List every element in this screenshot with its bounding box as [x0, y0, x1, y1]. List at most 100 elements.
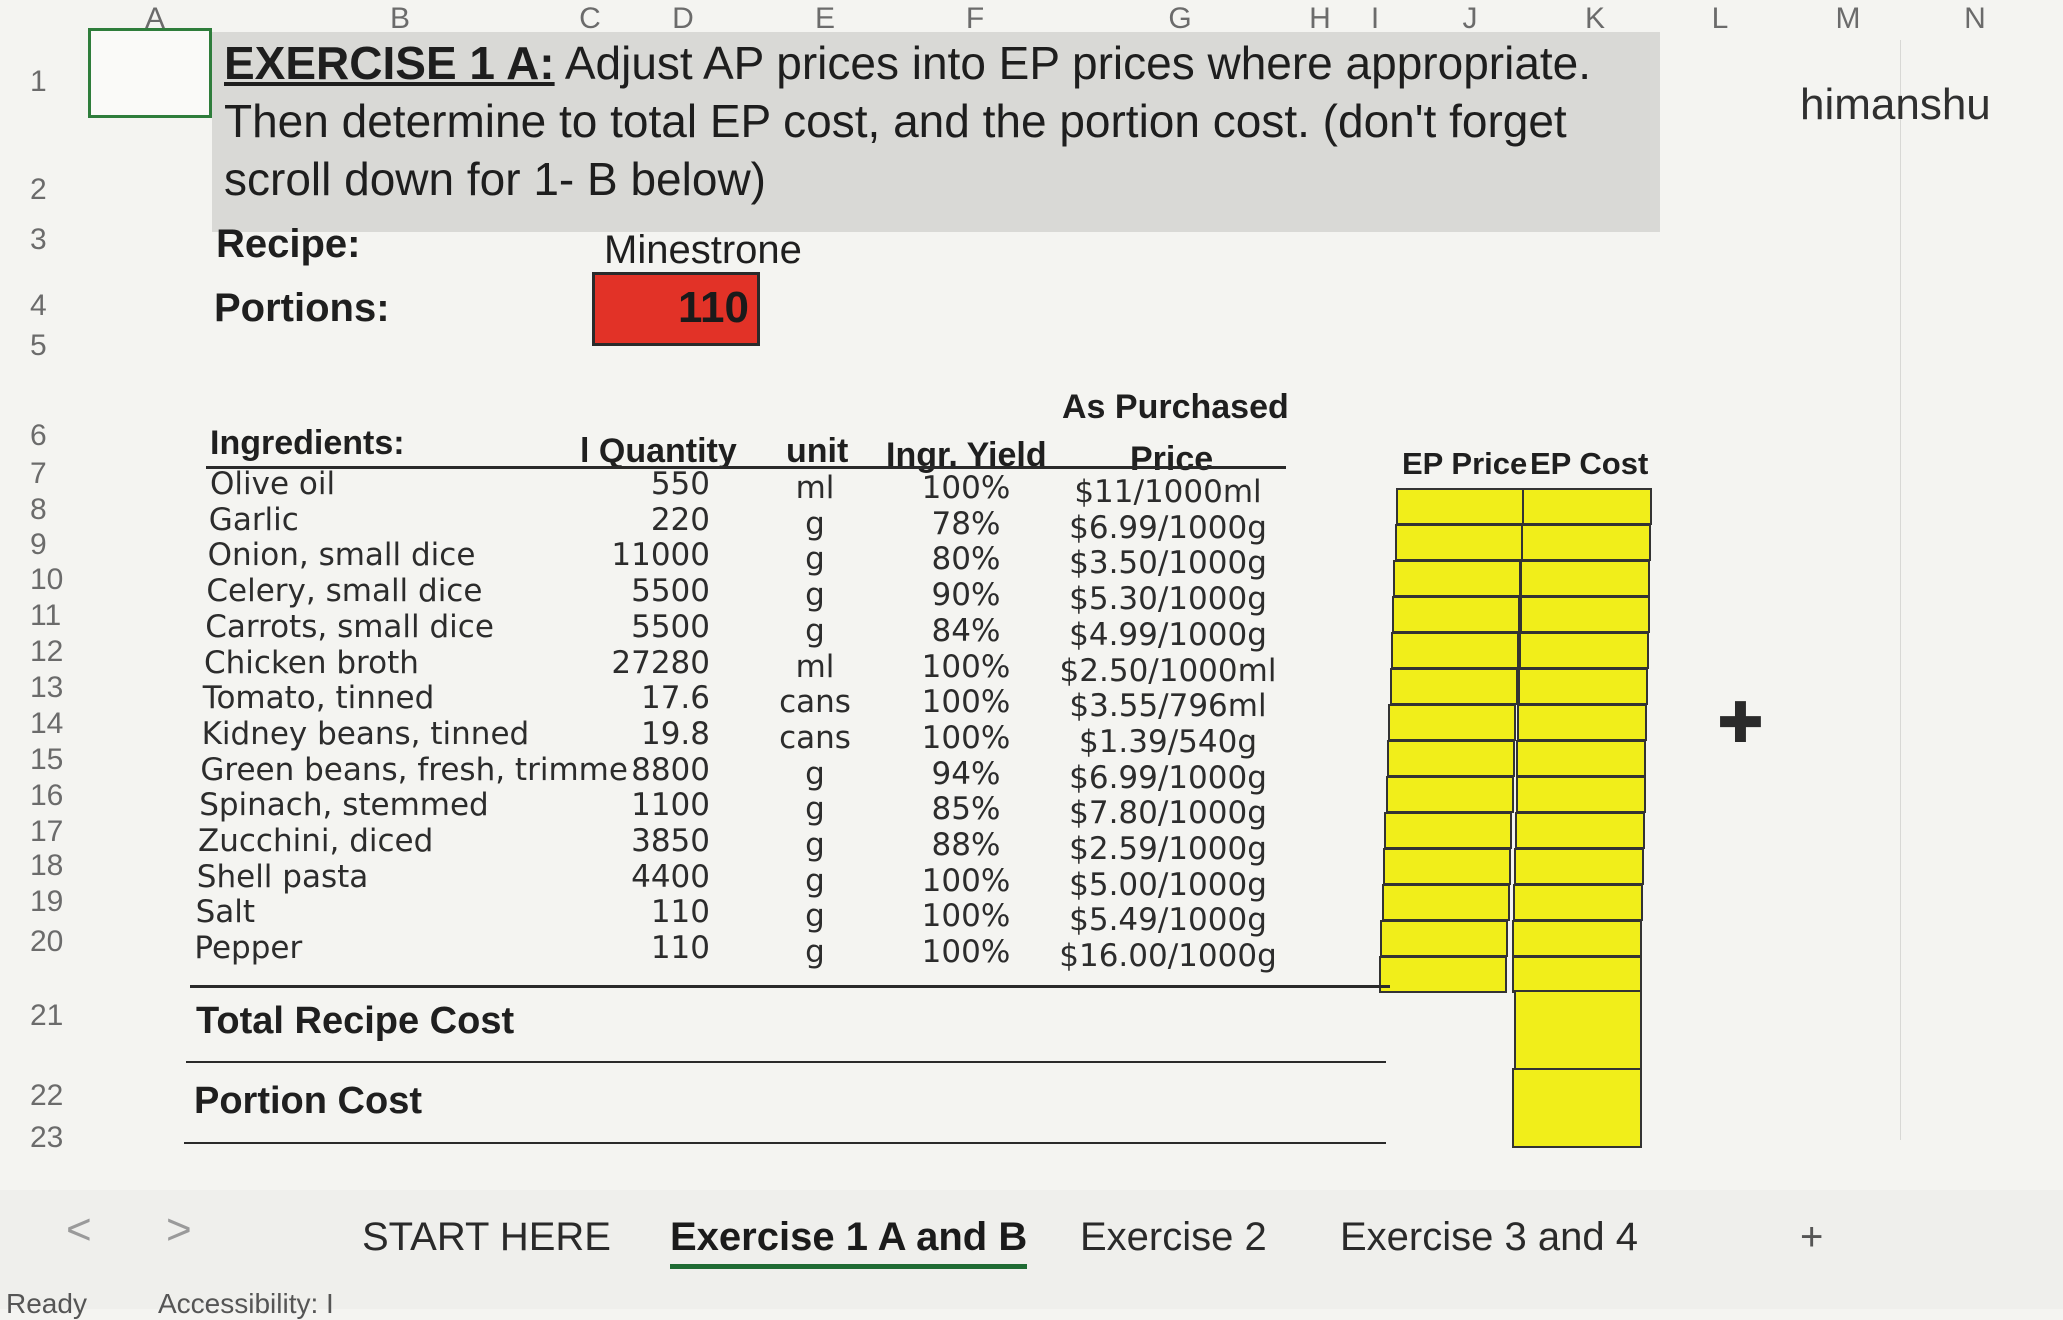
tab-scroll-next-icon[interactable]: >	[166, 1205, 192, 1255]
row-header[interactable]: 11	[30, 599, 61, 633]
ep-cost-cell[interactable]	[1518, 668, 1648, 705]
unit-cell[interactable]: g	[805, 791, 825, 827]
ingredient-name-cell[interactable]: Zucchini, diced	[198, 823, 433, 859]
column-header-e[interactable]: E	[815, 2, 835, 36]
column-header-g[interactable]: G	[1168, 2, 1191, 36]
yield-cell[interactable]: 100%	[922, 863, 1011, 899]
user-name-cell[interactable]: himanshu	[1800, 80, 1991, 130]
row-header[interactable]: 23	[30, 1121, 63, 1155]
ep-cost-cell[interactable]	[1512, 920, 1643, 957]
unit-cell[interactable]: g	[805, 827, 825, 863]
quantity-cell[interactable]: 1100	[560, 787, 710, 823]
column-header-l[interactable]: L	[1712, 2, 1729, 36]
portion-cost-cell[interactable]	[1512, 1068, 1642, 1148]
unit-cell[interactable]: g	[805, 541, 825, 577]
ap-price-cell[interactable]: $3.55/796ml	[1069, 688, 1266, 724]
yield-cell[interactable]: 84%	[932, 613, 1001, 649]
row-header[interactable]: 12	[30, 635, 63, 669]
ep-price-cell[interactable]	[1379, 956, 1508, 993]
unit-cell[interactable]: g	[805, 577, 825, 613]
column-header-f[interactable]: F	[966, 2, 984, 36]
row-header[interactable]: 4	[30, 289, 47, 323]
sheet-tab-exercise-3-4[interactable]: Exercise 3 and 4	[1340, 1215, 1638, 1260]
column-header-i[interactable]: I	[1371, 2, 1379, 36]
ingredient-name-cell[interactable]: Tomato, tinned	[203, 680, 434, 716]
sheet-tab-exercise-1[interactable]: Exercise 1 A and B	[670, 1215, 1028, 1269]
ingredient-name-cell[interactable]: Shell pasta	[197, 859, 368, 895]
row-header[interactable]: 16	[30, 779, 63, 813]
row-header[interactable]: 7	[30, 457, 47, 491]
ep-cost-cell[interactable]	[1514, 812, 1645, 849]
ap-price-cell[interactable]: $2.59/1000g	[1069, 831, 1267, 867]
ingredient-name-cell[interactable]: Salt	[196, 894, 255, 930]
ap-price-cell[interactable]: $5.30/1000g	[1069, 581, 1267, 617]
unit-cell[interactable]: g	[805, 756, 825, 792]
row-header[interactable]: 3	[30, 223, 47, 257]
ap-price-cell[interactable]: $5.49/1000g	[1069, 902, 1267, 938]
ep-price-cell[interactable]	[1392, 596, 1521, 633]
yield-cell[interactable]: 80%	[932, 541, 1001, 577]
row-header[interactable]: 15	[30, 743, 63, 777]
ep-cost-cell[interactable]	[1518, 632, 1649, 669]
ap-price-cell[interactable]: $4.99/1000g	[1069, 617, 1267, 653]
row-header[interactable]: 22	[30, 1079, 63, 1113]
unit-cell[interactable]: cans	[779, 684, 851, 720]
ep-price-cell[interactable]	[1394, 524, 1523, 561]
quantity-cell[interactable]: 110	[560, 930, 710, 966]
row-header[interactable]: 10	[30, 563, 63, 597]
ep-price-cell[interactable]	[1386, 740, 1515, 777]
ep-price-cell[interactable]	[1381, 884, 1510, 921]
row-header[interactable]: 20	[30, 925, 63, 959]
quantity-cell[interactable]: 3850	[560, 823, 710, 859]
ingredient-name-cell[interactable]: Celery, small dice	[206, 573, 482, 609]
ep-cost-cell[interactable]	[1511, 956, 1642, 993]
ep-cost-cell[interactable]	[1513, 884, 1644, 921]
row-header[interactable]: 5	[30, 329, 47, 363]
quantity-cell[interactable]: 8800	[560, 752, 710, 788]
ep-price-cell[interactable]	[1389, 668, 1518, 705]
portions-cell[interactable]: 110	[592, 272, 760, 346]
ep-price-cell[interactable]	[1385, 776, 1514, 813]
row-header[interactable]: 6	[30, 419, 47, 453]
quantity-cell[interactable]: 5500	[560, 609, 710, 645]
ep-price-cell[interactable]	[1384, 812, 1513, 849]
yield-cell[interactable]: 94%	[932, 756, 1001, 792]
quantity-cell[interactable]: 11000	[560, 537, 710, 573]
ingredient-name-cell[interactable]: Chicken broth	[204, 645, 419, 681]
row-header[interactable]: 18	[30, 849, 63, 883]
column-header-k[interactable]: K	[1585, 2, 1605, 36]
ap-price-cell[interactable]: $6.99/1000g	[1069, 760, 1267, 796]
unit-cell[interactable]: ml	[796, 470, 835, 506]
sheet-tab-start-here[interactable]: START HERE	[362, 1215, 611, 1260]
selected-cell-a1[interactable]	[88, 28, 212, 118]
row-header[interactable]: 9	[30, 528, 47, 562]
ap-price-cell[interactable]: $1.39/540g	[1079, 724, 1257, 760]
ap-price-cell[interactable]: $3.50/1000g	[1069, 545, 1267, 581]
ep-price-cell[interactable]	[1390, 632, 1519, 669]
ingredient-name-cell[interactable]: Olive oil	[210, 466, 335, 502]
ap-price-cell[interactable]: $11/1000ml	[1074, 474, 1261, 510]
ingredient-name-cell[interactable]: Kidney beans, tinned	[202, 716, 530, 752]
column-header-b[interactable]: B	[390, 2, 410, 36]
ep-price-cell[interactable]	[1388, 704, 1517, 741]
unit-cell[interactable]: g	[805, 506, 825, 542]
row-header[interactable]: 17	[30, 815, 63, 849]
quantity-cell[interactable]: 110	[560, 894, 710, 930]
ep-cost-cell[interactable]	[1515, 776, 1646, 813]
yield-cell[interactable]: 100%	[922, 649, 1011, 685]
row-header[interactable]: 1	[30, 65, 47, 99]
sheet-tab-exercise-2[interactable]: Exercise 2	[1080, 1215, 1267, 1260]
ep-price-cell[interactable]	[1380, 920, 1509, 957]
unit-cell[interactable]: g	[805, 863, 825, 899]
accessibility-status[interactable]: Accessibility: I	[158, 1288, 334, 1320]
quantity-cell[interactable]: 27280	[560, 645, 710, 681]
ep-cost-cell[interactable]	[1519, 596, 1650, 633]
ep-price-cell[interactable]	[1396, 488, 1524, 525]
recipe-name-cell[interactable]: Minestrone	[604, 228, 802, 273]
yield-cell[interactable]: 88%	[932, 827, 1001, 863]
ep-cost-cell[interactable]	[1517, 704, 1648, 741]
yield-cell[interactable]: 90%	[932, 577, 1001, 613]
column-header-d[interactable]: D	[672, 2, 694, 36]
yield-cell[interactable]: 100%	[922, 470, 1011, 506]
row-header[interactable]: 2	[30, 173, 47, 207]
